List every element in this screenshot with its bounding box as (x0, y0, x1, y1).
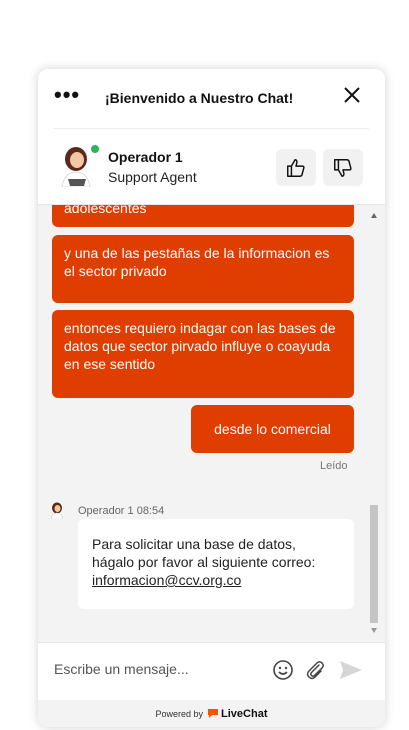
thumbs-up-icon (287, 158, 305, 177)
footer: Powered by LiveChat (38, 700, 385, 727)
close-icon[interactable] (340, 83, 364, 107)
message-composer: Escribe un mensaje... (38, 642, 385, 700)
agent-avatar (61, 147, 91, 187)
header-divider (54, 128, 369, 129)
attachment-icon[interactable] (304, 659, 326, 681)
chat-widget: ••• ¡Bienvenido a Nuestro Chat! Operador… (38, 69, 385, 727)
thumbs-up-button[interactable] (276, 149, 316, 186)
visitor-message: entonces requiero indagar con las bases … (52, 310, 354, 398)
message-input[interactable]: Escribe un mensaje... (54, 661, 254, 677)
agent-mini-avatar (50, 502, 64, 519)
read-receipt: Leído (320, 460, 348, 472)
scroll-down-arrow-icon[interactable] (371, 628, 377, 633)
online-status-indicator (91, 145, 99, 153)
emoji-icon[interactable] (272, 659, 294, 681)
email-link[interactable]: informacion@ccv.org.co (92, 572, 241, 588)
send-icon[interactable] (338, 658, 364, 682)
scrollbar-thumb[interactable] (370, 505, 378, 623)
message-list: adolescentes y una de las pestañas de la… (38, 205, 385, 642)
agent-message: Para solicitar una base de datos, hágalo… (78, 519, 354, 609)
visitor-message: y una de las pestañas de la informacion … (52, 235, 354, 303)
agent-message-text: Para solicitar una base de datos, hágalo… (92, 536, 316, 570)
powered-by-text: Powered by (155, 708, 204, 719)
scroll-up-arrow-icon[interactable] (371, 213, 377, 218)
menu-icon[interactable]: ••• (54, 84, 80, 106)
agent-role: Support Agent (108, 169, 197, 185)
thumbs-down-icon (334, 158, 352, 177)
chat-title: ¡Bienvenido a Nuestro Chat! (105, 90, 294, 106)
livechat-logo-icon (208, 709, 219, 718)
livechat-brand[interactable]: LiveChat (221, 708, 267, 720)
agent-message-meta: Operador 1 08:54 (78, 505, 165, 517)
visitor-message: desde lo comercial (191, 405, 354, 453)
visitor-message: adolescentes (52, 205, 354, 227)
agent-name: Operador 1 (108, 149, 183, 165)
thumbs-down-button[interactable] (323, 149, 363, 186)
chat-header: ••• ¡Bienvenido a Nuestro Chat! Operador… (38, 69, 385, 205)
